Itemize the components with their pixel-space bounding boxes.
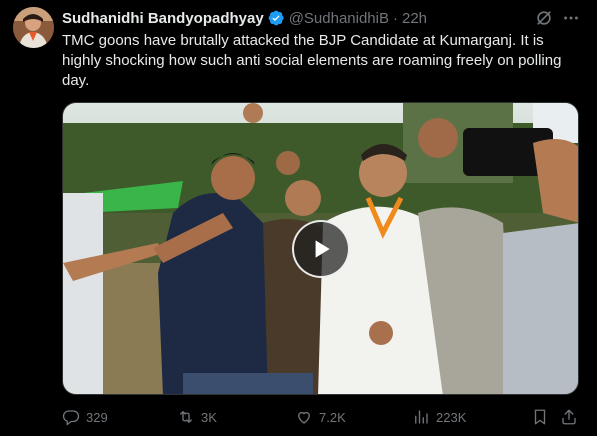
- separator-dot: ·: [393, 9, 398, 27]
- repost-count: 3K: [201, 409, 217, 425]
- avatar[interactable]: [13, 7, 54, 48]
- reply-count: 329: [86, 409, 108, 425]
- grok-icon[interactable]: [535, 9, 553, 27]
- views-button[interactable]: 223K: [412, 405, 466, 429]
- verified-badge-icon[interactable]: [267, 9, 285, 27]
- like-button[interactable]: 7.2K: [295, 405, 346, 429]
- reply-button[interactable]: 329: [62, 405, 108, 429]
- author-handle[interactable]: @SudhanidhiB: [289, 10, 389, 27]
- views-icon: [415, 410, 428, 424]
- repost-button[interactable]: 3K: [177, 405, 217, 429]
- tweet[interactable]: Sudhanidhi Bandyopadhyay @SudhanidhiB · …: [0, 0, 597, 436]
- tweet-text: TMC goons have brutally attacked the BJP…: [62, 32, 562, 89]
- tweet-timestamp[interactable]: 22h: [402, 10, 427, 27]
- share-button[interactable]: [560, 405, 578, 429]
- play-button[interactable]: [292, 220, 350, 278]
- play-icon: [315, 240, 330, 258]
- views-count: 223K: [436, 409, 467, 425]
- author-display-name[interactable]: Sudhanidhi Bandyopadhyay: [62, 10, 264, 27]
- like-icon: [298, 411, 310, 424]
- bookmark-button[interactable]: [531, 405, 549, 429]
- share-icon: [562, 409, 576, 425]
- action-bar: 329 3K 7.2K 223K: [62, 405, 582, 429]
- repost-icon: [180, 411, 192, 423]
- bookmark-icon: [534, 409, 546, 425]
- video-player[interactable]: [62, 102, 579, 395]
- more-icon[interactable]: [562, 9, 580, 27]
- like-count: 7.2K: [319, 409, 346, 425]
- reply-icon: [62, 410, 80, 426]
- tweet-header: Sudhanidhi Bandyopadhyay @SudhanidhiB · …: [62, 8, 427, 28]
